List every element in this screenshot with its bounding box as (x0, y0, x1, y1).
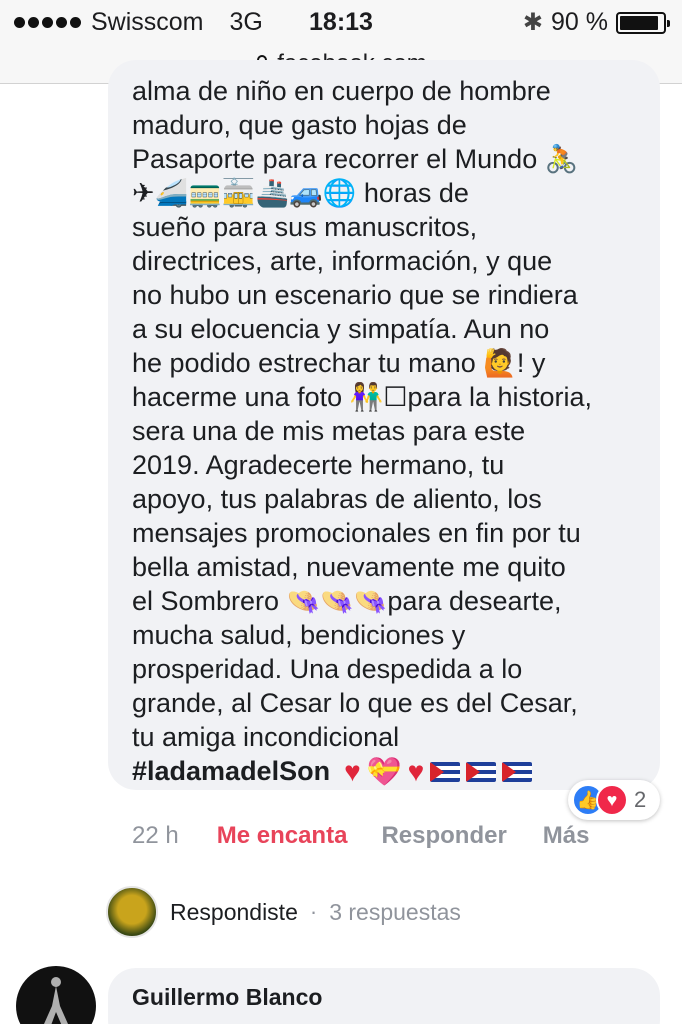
replies-count: 3 respuestas (329, 898, 461, 925)
comment-timestamp[interactable]: 22 h (132, 822, 179, 850)
battery-icon (616, 11, 670, 34)
comment-author[interactable]: Guillermo Blanco (132, 984, 322, 1011)
comment-line: sueño para sus manuscritos, (132, 212, 478, 242)
comment-line: hacerme una foto 👫☐para la historia, (132, 382, 593, 412)
replies-summary[interactable]: Respondiste · 3 respuestas (106, 886, 461, 938)
comment-line: Pasaporte para recorrer el Mundo 🚴 (132, 144, 579, 174)
comment-line: el Sombrero 👒👒👒para desearte, (132, 586, 562, 616)
comment-line: bella amistad, nuevamente me quito (132, 552, 566, 582)
signal-dot (70, 17, 81, 28)
replies-label: Respondiste (170, 898, 298, 925)
hashtag-link[interactable]: #ladamadelSon (132, 756, 330, 787)
comment-line: a su elocuencia y simpatía. Aun no (132, 314, 550, 344)
status-left: Swisscom 3G (14, 8, 263, 37)
love-reaction-icon: ♥ (596, 784, 628, 816)
signal-dot (14, 17, 25, 28)
signal-dots-icon (14, 17, 81, 28)
comment-line: prosperidad. Una despedida a lo (132, 654, 523, 684)
carrier-name: Swisscom (91, 8, 204, 36)
comment-hashtag-line: #ladamadelSon ♥ 💝 ♥ (132, 755, 533, 787)
gift-heart-emoji: 💝 (366, 755, 402, 787)
comment-line: grande, al Cesar lo que es del Cesar, (132, 688, 578, 718)
comment-line: directrices, arte, información, y que (132, 246, 553, 276)
replies-separator: · (309, 899, 318, 924)
comment-line: alma de niño en cuerpo de hombre (132, 76, 551, 106)
bluetooth-icon: ✱ (522, 9, 544, 36)
cuba-flag-emoji (430, 761, 461, 782)
signal-dot (56, 17, 67, 28)
silhouette-icon (44, 977, 68, 1024)
reactions-summary[interactable]: 👍 ♥ 2 (568, 780, 660, 820)
signal-dot (42, 17, 53, 28)
comment-line: sera una de mis metas para este (132, 416, 526, 446)
comment-line: ✈🚄🚃🚋🚢🚙🌐 horas de (132, 178, 469, 208)
cuba-flag-emoji (502, 761, 533, 782)
comment-line: 2019. Agradecerte hermano, tu (132, 450, 505, 480)
status-bar: Swisscom 3G 18:13 ✱ 90 % (0, 0, 682, 44)
comment-line: maduro, que gasto hojas de (132, 110, 467, 140)
comment-line: apoyo, tus palabras de aliento, los (132, 484, 542, 514)
comment-line: he podido estrechar tu mano 🙋! y (132, 348, 546, 378)
comment-line: mensajes promocionales en fin por tu (132, 518, 581, 548)
heart-emoji: ♥ (344, 755, 361, 787)
signal-dot (28, 17, 39, 28)
comment-actions: 22 h Me encanta Responder Más (132, 822, 589, 850)
battery-fill (620, 15, 658, 30)
love-reaction-button[interactable]: Me encanta (217, 822, 348, 850)
status-right: ✱ 90 % (522, 8, 670, 37)
avatar[interactable] (16, 966, 96, 1024)
heart-emoji: ♥ (407, 755, 425, 787)
hashtag-emojis: ♥ 💝 ♥ (344, 755, 533, 787)
avatar (106, 886, 158, 938)
comment-line: tu amiga incondicional (132, 722, 400, 752)
reply-button[interactable]: Responder (381, 822, 506, 850)
comment-line: no hubo un escenario que se rindiera (132, 280, 578, 310)
battery-percent: 90 % (551, 8, 608, 36)
more-button[interactable]: Más (543, 822, 590, 850)
reaction-count: 2 (634, 787, 647, 812)
cuba-flag-emoji (466, 761, 497, 782)
network-type: 3G (229, 8, 263, 36)
comment-body: alma de niño en cuerpo de hombre maduro, … (132, 74, 650, 754)
comment-line: mucha salud, bendiciones y (132, 620, 466, 650)
